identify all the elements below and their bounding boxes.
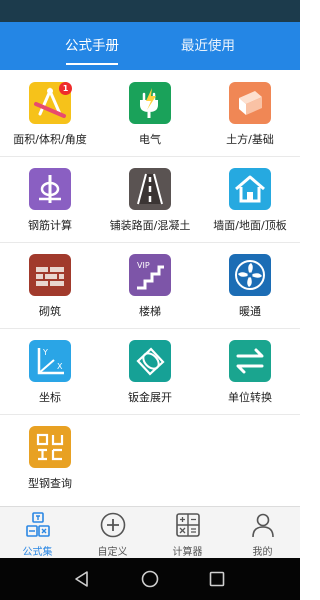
axis-x-label: X [57,362,63,371]
stairs-icon: VIP [129,254,171,296]
category-hvac[interactable]: 暖通 [200,242,300,328]
category-label: 砌筑 [39,305,61,318]
category-label: 暖通 [239,305,261,318]
category-masonry[interactable]: 砌筑 [0,242,100,328]
vip-tag: VIP [137,261,150,270]
top-tab-bar: 公式手册 最近使用 [0,22,300,70]
coordinate-axes-icon: Y X [29,340,71,382]
recents-square-icon[interactable] [207,569,227,589]
category-label: 单位转换 [228,391,272,404]
rebar-icon [29,168,71,210]
sheet-metal-cylinder-icon [129,340,171,382]
category-label: 坐标 [39,391,61,404]
system-navigation-bar [0,558,300,600]
nav-calculator[interactable]: 计算器 [150,507,225,559]
swap-arrows-icon [229,340,271,382]
category-sheet-metal-unfold[interactable]: 钣金展开 [100,328,200,414]
calculator-icon [174,511,202,539]
category-earthwork-foundation[interactable]: 土方/基础 [200,70,300,156]
nav-profile[interactable]: 我的 [225,507,300,559]
electric-plug-icon [129,82,171,124]
category-label: 面积/体积/角度 [13,133,87,146]
nav-label: 计算器 [172,547,203,558]
nav-formula-set[interactable]: 公式集 [0,507,75,559]
steel-section-icon [29,426,71,468]
formula-category-grid: 1 面积/体积/角度 电气 土方/基础 钢筋计算 铺装路面/混凝土 墙面/地面/… [0,70,300,506]
tab-recently-used[interactable]: 最近使用 [166,22,250,70]
category-wall-floor-ceiling[interactable]: 墙面/地面/顶板 [200,156,300,242]
nav-label: 自定义 [97,547,128,558]
category-label: 楼梯 [139,305,161,318]
notification-badge: 1 [59,82,72,95]
category-label: 型钢查询 [28,477,72,490]
category-label: 钢筋计算 [28,219,72,232]
formula-set-icon [24,511,52,539]
category-label: 铺装路面/混凝土 [109,219,191,232]
category-label: 电气 [139,133,161,146]
road-icon [129,168,171,210]
category-electrical[interactable]: 电气 [100,70,200,156]
person-icon [249,511,277,539]
home-circle-icon[interactable] [140,569,160,589]
category-unit-conversion[interactable]: 单位转换 [200,328,300,414]
category-label: 土方/基础 [226,133,274,146]
house-icon [229,168,271,210]
active-tab-indicator [66,63,118,65]
add-circle-icon [99,511,127,539]
axis-y-label: Y [42,348,48,357]
category-stairs[interactable]: VIP 楼梯 [100,242,200,328]
category-rebar[interactable]: 钢筋计算 [0,156,100,242]
category-coordinates[interactable]: Y X 坐标 [0,328,100,414]
bottom-navigation: 公式集 自定义 计算器 我的 [0,506,300,558]
category-area-volume-angle[interactable]: 1 面积/体积/角度 [0,70,100,156]
category-paving-concrete[interactable]: 铺装路面/混凝土 [100,156,200,242]
category-label: 墙面/地面/顶板 [213,219,287,232]
nav-custom[interactable]: 自定义 [75,507,150,559]
fan-icon [229,254,271,296]
brick-wall-icon [29,254,71,296]
nav-label: 我的 [252,547,273,558]
back-triangle-icon[interactable] [72,569,92,589]
category-label: 钣金展开 [128,391,172,404]
status-bar [0,0,300,22]
category-steel-section-lookup[interactable]: 型钢查询 [0,414,100,500]
earthwork-block-icon [229,82,271,124]
nav-label: 公式集 [22,547,53,558]
